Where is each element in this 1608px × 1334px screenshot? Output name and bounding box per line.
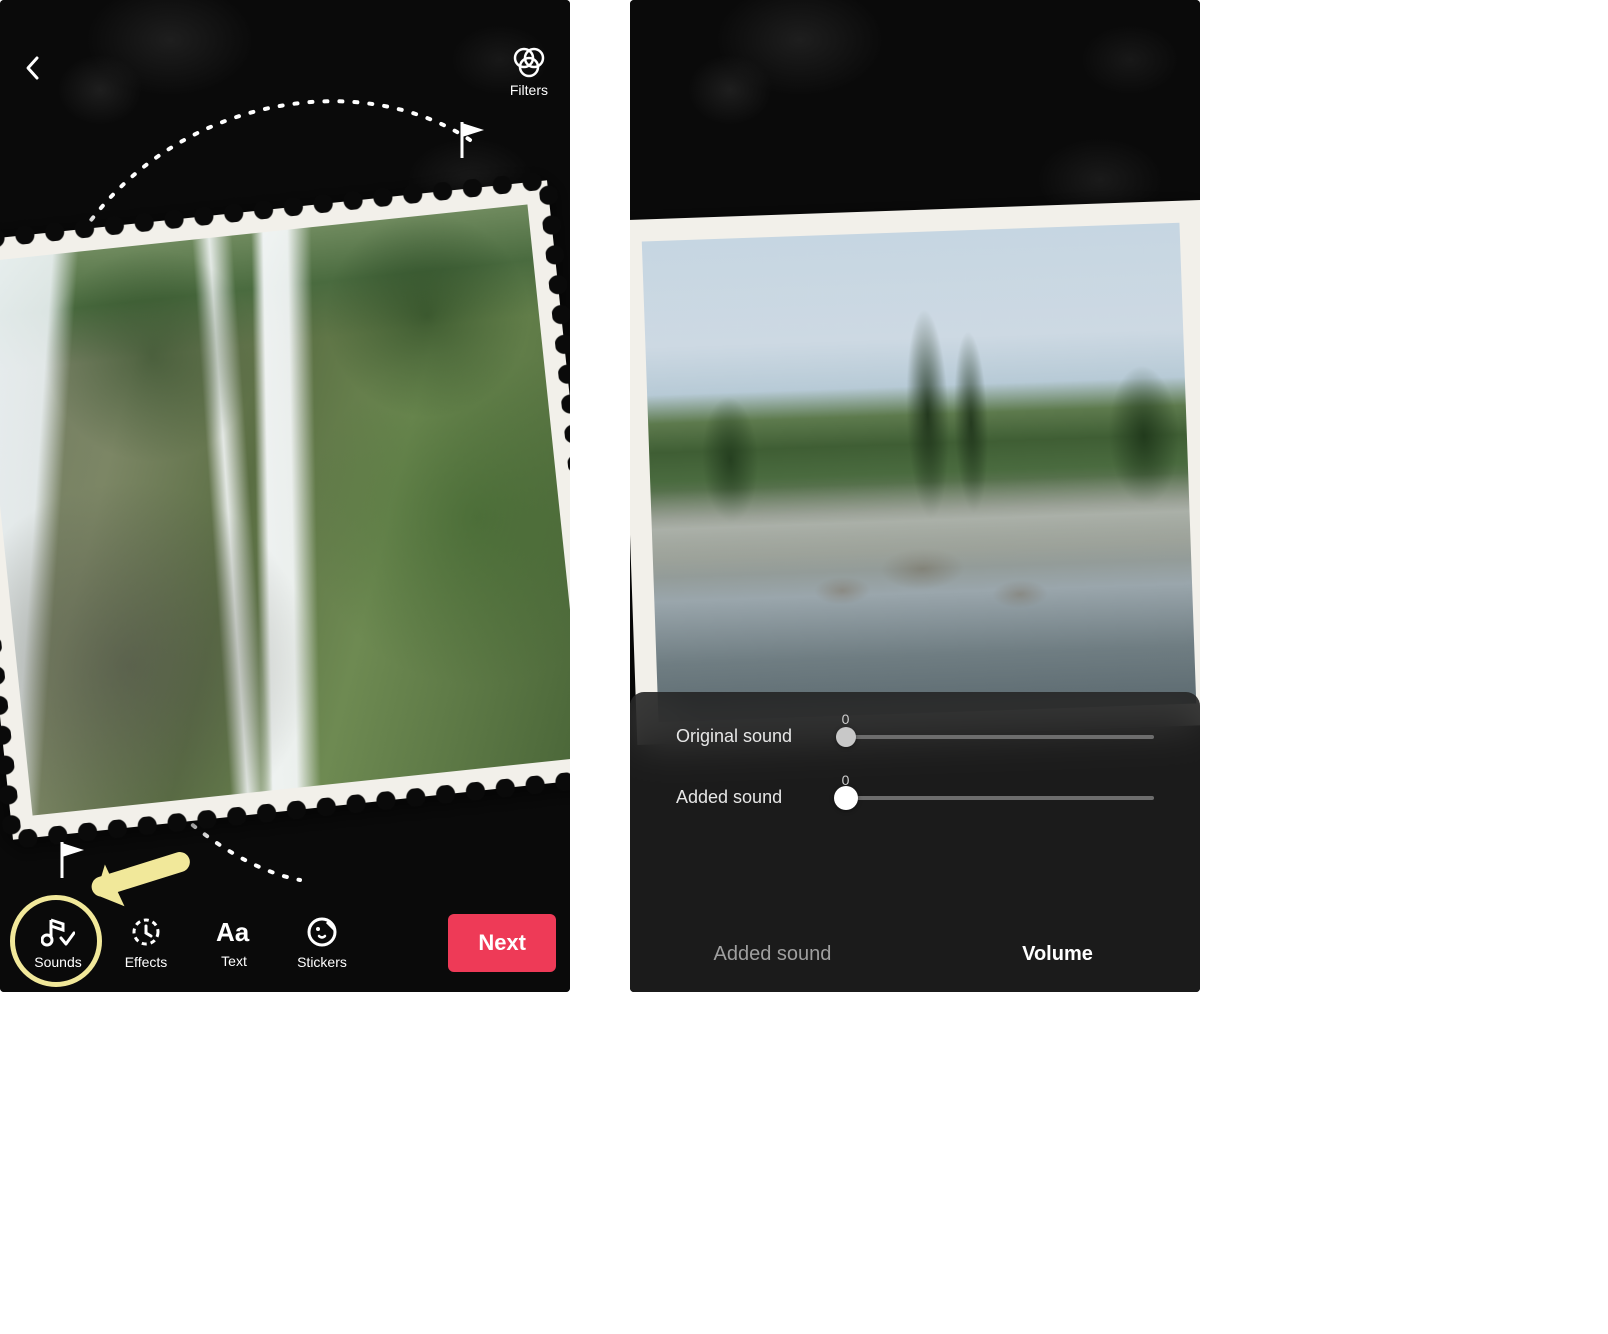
sticker-face-icon (306, 916, 338, 948)
waterfall-photo (0, 204, 570, 815)
photo-stamp-frame[interactable] (630, 200, 1200, 745)
origin-flag-icon (56, 840, 88, 885)
original-sound-slider[interactable]: 0 (836, 735, 1154, 739)
added-sound-slider-row: Added sound 0 (676, 787, 1154, 808)
added-sound-slider[interactable]: 0 (836, 796, 1154, 800)
volume-screen: Original sound 0 Added sound 0 Added sou… (630, 0, 1200, 992)
volume-panel-tabs: Added sound Volume (630, 933, 1200, 976)
volume-panel: Original sound 0 Added sound 0 Added sou… (630, 692, 1200, 992)
original-sound-thumb[interactable] (836, 727, 856, 747)
tab-volume[interactable]: Volume (915, 933, 1200, 976)
music-note-check-icon (41, 916, 75, 948)
sounds-button[interactable]: Sounds (14, 916, 102, 970)
stickers-label: Stickers (297, 954, 347, 970)
clock-icon (130, 916, 162, 948)
effects-label: Effects (125, 954, 168, 970)
filters-icon (511, 46, 547, 78)
photo-stamp-frame[interactable] (0, 180, 570, 839)
sounds-label: Sounds (34, 954, 81, 970)
back-button[interactable] (22, 54, 44, 87)
original-sound-value: 0 (842, 711, 850, 727)
original-sound-slider-row: Original sound 0 (676, 726, 1154, 747)
filters-label: Filters (510, 82, 548, 98)
tab-added-sound[interactable]: Added sound (630, 933, 915, 976)
effects-button[interactable]: Effects (102, 916, 190, 970)
editor-toolbar: Sounds Effects Aa Text (0, 898, 570, 988)
text-label: Text (221, 953, 247, 969)
filters-button[interactable]: Filters (510, 46, 548, 98)
original-sound-label: Original sound (676, 726, 836, 747)
next-button[interactable]: Next (448, 914, 556, 972)
chevron-left-icon (22, 54, 44, 82)
text-aa-icon: Aa (216, 917, 252, 947)
stickers-button[interactable]: Stickers (278, 916, 366, 970)
svg-text:Aa: Aa (216, 917, 250, 947)
added-sound-label: Added sound (676, 787, 836, 808)
text-button[interactable]: Aa Text (190, 917, 278, 969)
editor-screen: Filters (0, 0, 570, 992)
destination-flag-icon (456, 120, 488, 165)
added-sound-thumb[interactable] (834, 786, 858, 810)
river-photo (642, 223, 1196, 722)
